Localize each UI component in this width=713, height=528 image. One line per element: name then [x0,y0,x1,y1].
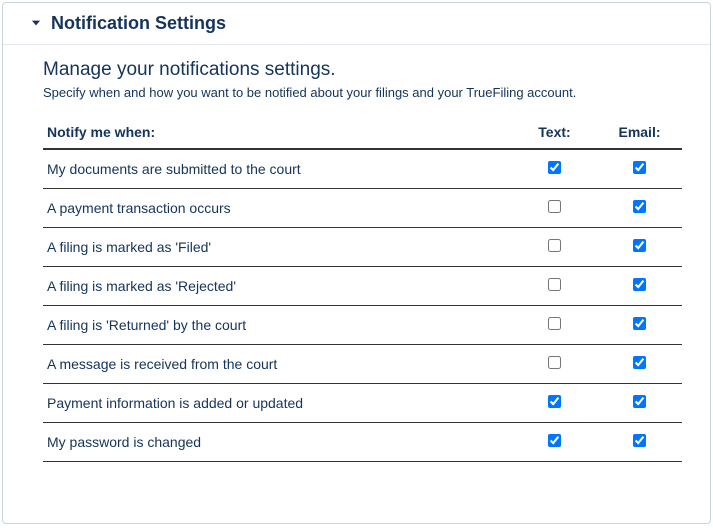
text-cell [512,384,597,423]
text-checkbox[interactable] [548,239,561,252]
col-header-text: Text: [512,118,597,149]
table-row: A message is received from the court [43,345,682,384]
row-label: A filing is 'Returned' by the court [43,306,512,345]
text-checkbox[interactable] [548,200,561,213]
email-checkbox[interactable] [633,278,646,291]
text-cell [512,149,597,189]
panel-title: Notification Settings [51,13,226,34]
email-cell [597,384,682,423]
table-row: My password is changed [43,423,682,462]
email-cell [597,228,682,267]
row-label: A filing is marked as 'Filed' [43,228,512,267]
notification-table: Notify me when: Text: Email: My document… [43,118,682,462]
chevron-down-icon [29,16,43,32]
email-checkbox[interactable] [633,239,646,252]
text-cell [512,345,597,384]
email-cell [597,345,682,384]
email-checkbox[interactable] [633,200,646,213]
text-cell [512,306,597,345]
panel-content: Manage your notifications settings. Spec… [3,45,710,472]
text-cell [512,228,597,267]
text-checkbox[interactable] [548,278,561,291]
email-cell [597,267,682,306]
text-checkbox[interactable] [548,395,561,408]
table-row: A filing is marked as 'Filed' [43,228,682,267]
table-row: Payment information is added or updated [43,384,682,423]
section-subtitle: Manage your notifications settings. [43,59,682,81]
table-row: A filing is marked as 'Rejected' [43,267,682,306]
email-cell [597,423,682,462]
col-header-event: Notify me when: [43,118,512,149]
row-label: A message is received from the court [43,345,512,384]
email-checkbox[interactable] [633,434,646,447]
text-checkbox[interactable] [548,356,561,369]
row-label: A payment transaction occurs [43,189,512,228]
email-checkbox[interactable] [633,356,646,369]
notification-settings-panel: Notification Settings Manage your notifi… [2,2,711,524]
section-description: Specify when and how you want to be noti… [43,85,682,100]
email-checkbox[interactable] [633,161,646,174]
email-checkbox[interactable] [633,317,646,330]
email-cell [597,149,682,189]
table-row: A payment transaction occurs [43,189,682,228]
text-cell [512,189,597,228]
row-label: A filing is marked as 'Rejected' [43,267,512,306]
table-row: My documents are submitted to the court [43,149,682,189]
row-label: My password is changed [43,423,512,462]
text-cell [512,267,597,306]
email-checkbox[interactable] [633,395,646,408]
email-cell [597,306,682,345]
text-checkbox[interactable] [548,434,561,447]
panel-header[interactable]: Notification Settings [3,3,710,45]
table-row: A filing is 'Returned' by the court [43,306,682,345]
email-cell [597,189,682,228]
text-checkbox[interactable] [548,161,561,174]
text-checkbox[interactable] [548,317,561,330]
col-header-email: Email: [597,118,682,149]
text-cell [512,423,597,462]
row-label: Payment information is added or updated [43,384,512,423]
row-label: My documents are submitted to the court [43,149,512,189]
